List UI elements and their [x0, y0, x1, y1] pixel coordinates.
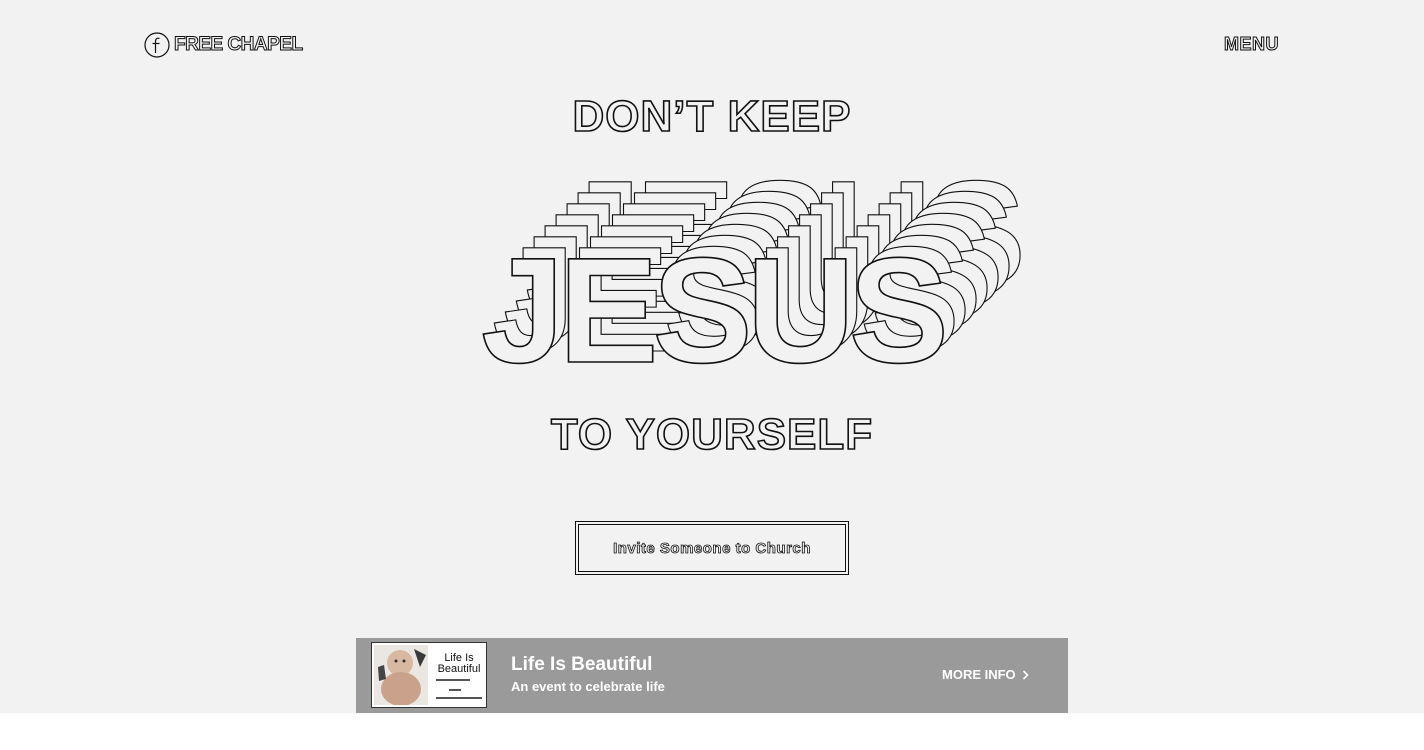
- event-thumbnail[interactable]: Life Is Beautiful: [371, 642, 487, 708]
- invite-button[interactable]: Invite Someone to Church: [575, 521, 849, 575]
- baby-photo-image: [374, 645, 428, 705]
- logo-link[interactable]: FREE CHAPEL: [144, 30, 304, 60]
- event-title[interactable]: Life Is Beautiful: [511, 654, 652, 676]
- headline-bottom: TO YOURSELF: [550, 409, 874, 460]
- headline-jesus: JESUSJESUSJESUSJESUSJESUSJESUSJESUSJESUS: [480, 170, 1027, 390]
- more-info-label: MORE INFO: [942, 667, 1016, 682]
- free-chapel-logo-icon: [144, 32, 170, 58]
- chevron-right-icon: [1022, 669, 1029, 680]
- hero-section: FREE CHAPEL MENU DON’T KEEP JESUS JESUS JE…: [0, 0, 1424, 713]
- headline-jesus-layers: JESUSJESUSJESUSJESUSJESUSJESUSJESUSJESUS: [480, 170, 1027, 390]
- headline-top: DON’T KEEP: [572, 91, 852, 142]
- thumbnail-detail-line: [436, 697, 482, 699]
- thumbnail-detail-line: [436, 679, 470, 681]
- logo-text: FREE CHAPEL: [174, 34, 304, 56]
- event-banner: Life Is Beautiful Life Is Beautiful An e…: [356, 638, 1068, 713]
- invite-button-label: Invite Someone to Church: [613, 539, 811, 557]
- headline-jesus-front: JESUS: [481, 226, 944, 390]
- event-subtitle: An event to celebrate life: [511, 679, 665, 694]
- thumbnail-title: Life Is Beautiful: [437, 652, 481, 675]
- menu-button[interactable]: MENU: [1224, 34, 1280, 55]
- more-info-link[interactable]: MORE INFO: [942, 667, 1029, 682]
- thumbnail-detail-line: [449, 689, 461, 691]
